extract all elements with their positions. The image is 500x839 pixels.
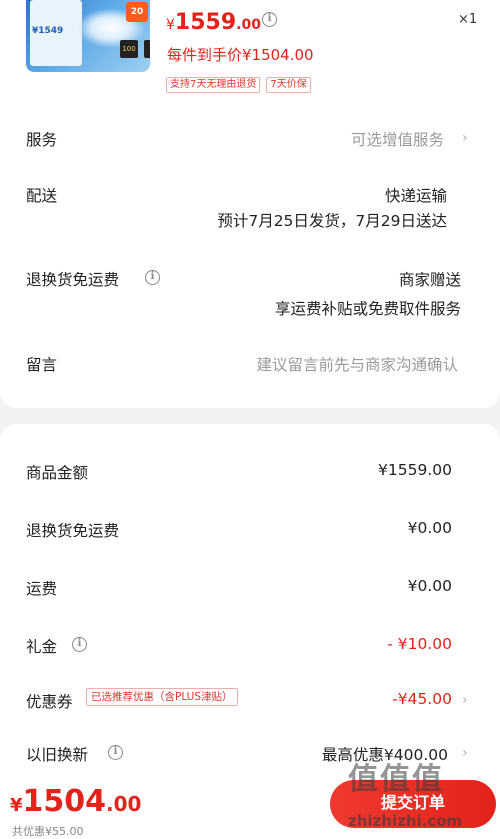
shipping-value: ¥0.00 [407,577,452,595]
thumbnail-badge: 100 [120,40,138,58]
order-total: ¥1504.00 [10,784,141,819]
total-integer: 1504 [22,784,107,819]
unit-price: 每件到手价¥1504.00 [167,46,314,64]
shipping-label: 运费 [26,580,58,598]
service-label: 服务 [26,131,58,149]
coupon-value[interactable]: -¥45.00 [392,690,452,708]
trade-in-label: 以旧换新 [26,746,89,764]
goods-amount-value: ¥1559.00 [378,461,452,479]
gift-label: 礼金 [26,638,58,656]
trade-in-chevron-icon[interactable]: › [462,745,468,761]
total-decimal: .00 [106,792,142,816]
returns-desc: 享运费补贴或免费取件服务 [274,300,461,318]
delivery-eta: 预计7月25日发货，7月29日送达 [217,212,447,230]
coupon-selected-tag: 已选推荐优惠（含PLUS津贴） [86,688,238,706]
thumbnail-price: ¥1549 [32,26,64,36]
watermark-logo: 值值值 [348,762,444,797]
tag-return-policy: 支持7天无理由退货 [166,77,261,93]
return-shipping-value: ¥0.00 [407,519,452,537]
service-value[interactable]: 可选增值服务 [351,128,444,150]
tag-price-protection: 7天价保 [266,77,311,93]
thumbnail-badge-2 [144,40,150,58]
gift-info-icon[interactable]: i [72,637,87,652]
product-thumbnail[interactable]: ¥1549 20 100 [26,0,150,72]
coupon-label: 优惠券 [26,693,73,711]
total-currency: ¥ [10,795,23,816]
note-input[interactable]: 建议留言前先与商家沟通确认 [256,353,458,375]
order-detail-card: ¥1549 20 100 ¥1559.00 i ×1 每件到手价¥1504.00… [0,0,500,408]
price-info-icon[interactable]: i [262,12,277,27]
delivery-label: 配送 [26,187,58,205]
watermark-url: zhizhizhi.com [348,812,463,830]
gift-value: - ¥10.00 [387,635,452,653]
coupon-chevron-icon[interactable]: › [462,692,468,708]
product-tags: 支持7天无理由退货 7天价保 [166,77,311,93]
thumbnail-promo-badge: 20 [126,2,148,22]
return-shipping-label: 退换货免运费 [26,522,120,540]
returns-label: 退换货免运费 [26,271,120,289]
service-chevron-icon[interactable]: › [462,130,468,146]
price-currency: ¥ [166,17,175,33]
goods-amount-label: 商品金额 [26,464,89,482]
delivery-method[interactable]: 快递运输 [385,184,447,206]
note-label: 留言 [26,356,58,374]
product-quantity: ×1 [458,12,478,27]
price-integer: 1559 [174,10,237,35]
price-decimal: .00 [236,17,261,33]
trade-in-info-icon[interactable]: i [108,745,123,760]
total-saved: 共优惠¥55.00 [12,825,84,838]
returns-info-icon[interactable]: i [145,270,160,285]
product-price: ¥1559.00 [166,10,261,35]
returns-value: 商家赠送 [398,271,461,289]
